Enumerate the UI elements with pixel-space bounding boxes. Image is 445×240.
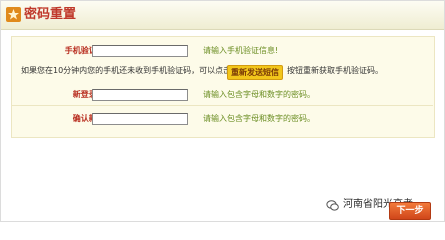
verify-code-input[interactable]	[92, 45, 188, 57]
new-password-hint: 请输入包含字母和数字的密码。	[203, 90, 315, 99]
star-icon	[6, 7, 21, 22]
row-divider	[11, 105, 433, 106]
resend-sms-button[interactable]: 重新发送短信	[227, 65, 283, 80]
new-password-input[interactable]	[92, 89, 188, 101]
title-bar: 密码重置	[1, 1, 444, 30]
confirm-password-hint: 请输入包含字母和数字的密码。	[203, 114, 315, 123]
next-step-button[interactable]: 下一步	[389, 202, 431, 220]
verify-code-hint: 请输入手机验证信息!	[203, 46, 279, 55]
confirm-password-input[interactable]	[92, 113, 188, 125]
page-title: 密码重置	[24, 7, 77, 22]
resend-instruction-suffix: 按钮重新获取手机验证码。	[287, 66, 383, 75]
wechat-icon	[326, 199, 339, 211]
password-reset-panel: 密码重置 手机验证信息: 请输入手机验证信息! 如果您在10分钟内您的手机还未收…	[0, 0, 445, 222]
resend-instruction: 如果您在10分钟内您的手机还未收到手机验证码，可以点击	[21, 66, 232, 75]
